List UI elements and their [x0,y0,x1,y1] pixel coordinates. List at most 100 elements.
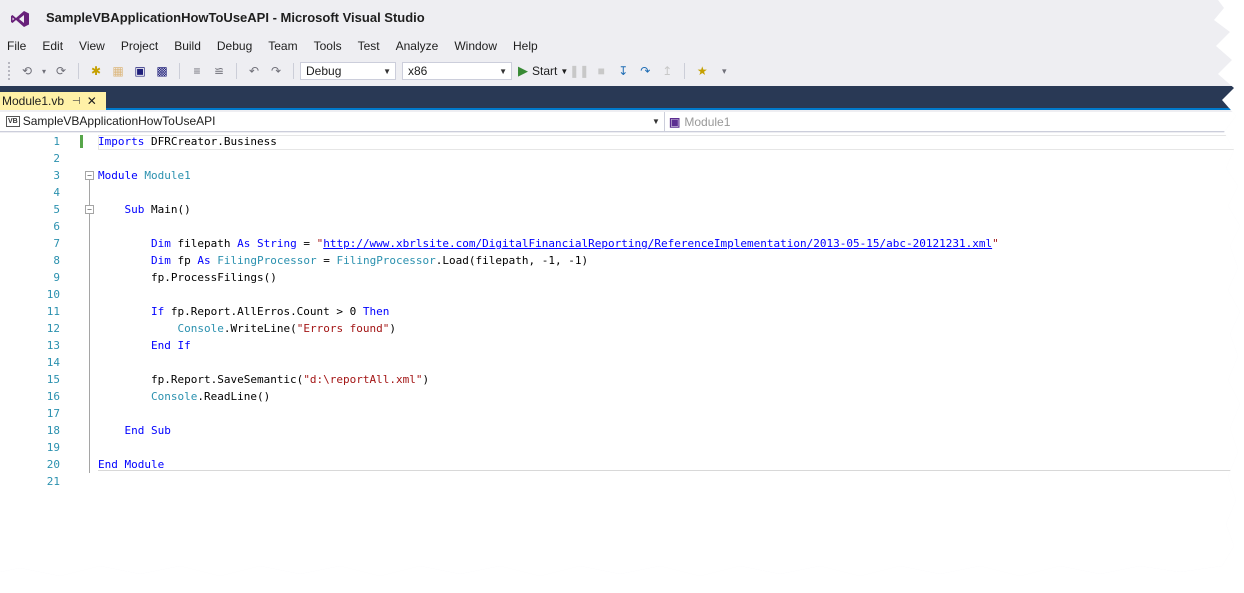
navigate-back-icon[interactable]: ⟲ [18,62,36,80]
menu-build[interactable]: Build [166,36,209,56]
menu-test[interactable]: Test [350,36,388,56]
toolbar-grip[interactable] [8,62,16,80]
menu-window[interactable]: Window [446,36,505,56]
chevron-down-icon: ▼ [560,66,569,76]
find-in-files-icon[interactable]: ★ [693,62,711,80]
menu-tools[interactable]: Tools [306,36,350,56]
code-line[interactable]: Console.ReadLine() [98,388,999,405]
code-url-link[interactable]: http://www.xbrlsite.com/DigitalFinancial… [323,237,992,250]
line-number: 2 [53,152,60,165]
uncomment-icon[interactable]: ≌ [210,62,228,80]
dropdown-arrow-icon[interactable]: ▾ [40,62,48,80]
code-line[interactable]: fp.ProcessFilings() [98,269,999,286]
code-line[interactable]: Sub Main() [98,201,999,218]
menu-debug[interactable]: Debug [209,36,260,56]
menu-edit[interactable]: Edit [34,36,71,56]
code-line[interactable]: Imports DFRCreator.Business [98,133,999,150]
code-line[interactable]: Console.WriteLine("Errors found") [98,320,999,337]
code-text[interactable]: Imports DFRCreator.Business Module Module… [98,133,999,490]
menu-analyze[interactable]: Analyze [388,36,447,56]
save-icon[interactable]: ▣ [131,62,149,80]
code-text: Main() [144,203,191,216]
code-string: " [992,237,999,250]
code-type: FilingProcessor [210,254,317,267]
step-into-icon[interactable]: ↧ [614,62,632,80]
code-text: fp [170,254,198,267]
pause-icon[interactable]: ❚❚ [569,62,589,80]
code-line[interactable]: End Sub [98,422,999,439]
menu-project[interactable]: Project [113,36,166,56]
document-tab-well: Module1.vb ⊣ ✕ [0,86,1240,110]
step-out-icon[interactable]: ↥ [658,62,676,80]
line-number: 11 [46,305,60,318]
code-editor[interactable]: − − 1 2 3 4 5 6 7 8 9 10 11 12 13 14 15 16 17 18 19 20 21 Im… [0,133,1240,576]
open-file-icon[interactable]: ▦ [109,62,127,80]
code-line[interactable]: Module Module1 [98,167,999,184]
comment-icon[interactable]: ≡ [188,62,206,80]
line-number: 17 [46,407,60,420]
code-line[interactable]: If fp.Report.AllErros.Count > 0 Then [98,303,999,320]
stop-icon[interactable]: ■ [592,62,610,80]
menu-file[interactable]: File [0,36,34,56]
solution-platform-dropdown[interactable]: x86 ▼ [402,62,512,80]
code-line[interactable]: fp.Report.SaveSemantic("d:\reportAll.xml… [98,371,999,388]
code-text: .ReadLine() [197,390,271,403]
code-line[interactable] [98,439,999,456]
menu-view[interactable]: View [71,36,113,56]
chevron-down-icon: ▼ [383,66,391,76]
code-line[interactable]: Dim filepath As String = "http://www.xbr… [98,235,999,252]
code-keyword: End Sub [124,424,171,437]
code-type: FilingProcessor [336,254,436,267]
code-line[interactable] [98,184,999,201]
vb-project-icon: VB [6,115,20,127]
collapse-module-icon[interactable]: − [85,171,94,180]
pin-icon[interactable]: ⊣ [72,96,81,107]
code-line[interactable]: Dim fp As FilingProcessor = FilingProces… [98,252,999,269]
line-number: 3 [53,169,60,182]
code-keyword: End If [150,339,191,352]
undo-icon[interactable]: ↶ [245,62,263,80]
code-keyword: As [197,254,211,267]
line-number: 21 [46,475,60,488]
save-all-icon[interactable]: ▩ [153,62,171,80]
platform-value: x86 [408,64,428,78]
member-dropdown[interactable]: ▣ Module1 [664,112,730,131]
code-keyword: Module [98,169,138,182]
menu-help[interactable]: Help [505,36,546,56]
toolbar-options-icon[interactable]: ▾ [715,62,733,80]
solution-configuration-dropdown[interactable]: Debug ▼ [300,62,396,80]
new-project-icon[interactable]: ✱ [87,62,105,80]
code-line[interactable]: End Module [98,456,999,473]
code-line[interactable] [98,218,999,235]
close-icon[interactable]: ✕ [87,94,97,108]
menu-bar: File Edit View Project Build Debug Team … [0,36,546,56]
navigate-forward-icon[interactable]: ⟳ [52,62,70,80]
code-line[interactable]: End If [98,337,999,354]
title-bar: SampleVBApplicationHowToUseAPI - Microso… [0,0,1240,36]
code-line[interactable] [98,473,999,490]
configuration-value: Debug [306,64,342,78]
code-keyword: End Module [98,458,165,471]
chevron-down-icon[interactable]: ▼ [652,117,660,126]
start-debugging-button[interactable]: ▶ Start ▼ [518,63,568,79]
code-line[interactable] [98,150,999,167]
tab-module1-vb[interactable]: Module1.vb ⊣ ✕ [0,92,106,110]
collapse-sub-icon[interactable]: − [85,205,94,214]
redo-icon[interactable]: ↷ [267,62,285,80]
project-dropdown[interactable]: VB SampleVBApplicationHowToUseAPI [6,114,216,128]
module-icon: ▣ [669,114,681,129]
outlining-line [89,173,90,473]
code-text: fp.ProcessFilings() [150,271,277,284]
step-over-icon[interactable]: ↷ [636,62,654,80]
code-line[interactable] [98,286,999,303]
toolbar-separator [78,63,79,79]
menu-team[interactable]: Team [260,36,305,56]
code-line[interactable] [98,405,999,422]
visual-studio-logo-icon [11,11,29,27]
code-line[interactable] [98,354,999,371]
code-type: Console [177,322,224,335]
